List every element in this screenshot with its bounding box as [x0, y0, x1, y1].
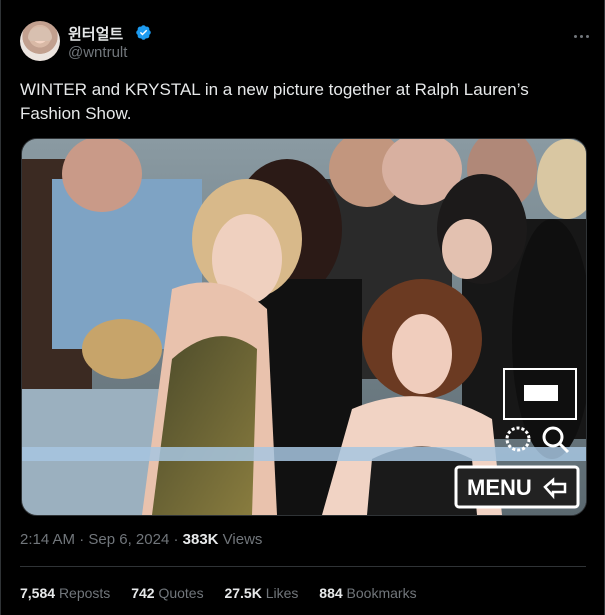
tweet-meta: 2:14 AM · Sep 6, 2024 · 383K Views	[20, 531, 262, 548]
photo-menu-label: MENU	[467, 475, 532, 500]
likes-label: Likes	[265, 585, 299, 601]
quotes-stat[interactable]: 742 Quotes	[131, 585, 203, 601]
photo-illustration: MENU	[22, 139, 586, 515]
likes-count: 27.5K	[224, 585, 262, 601]
engagement-stats: 7,584 Reposts 742 Quotes 27.5K Likes 884…	[20, 585, 434, 601]
bookmarks-stat[interactable]: 884 Bookmarks	[319, 585, 416, 601]
tweet-date[interactable]: Sep 6, 2024	[88, 531, 169, 548]
divider	[20, 566, 586, 567]
reposts-label: Reposts	[58, 585, 111, 601]
bookmarks-label: Bookmarks	[346, 585, 417, 601]
tweet-text: WINTER and KRYSTAL in a new picture toge…	[20, 80, 529, 123]
views-count: 383K	[182, 531, 219, 548]
tweet-header: 윈터얼트 @wntrult	[20, 20, 589, 64]
verified-badge-icon	[136, 25, 151, 40]
meta-separator: ·	[173, 531, 179, 548]
user-handle[interactable]: @wntrult	[68, 44, 127, 61]
quotes-count: 742	[131, 585, 155, 601]
more-options-icon[interactable]	[571, 26, 591, 46]
bookmarks-count: 884	[319, 585, 343, 601]
reposts-stat[interactable]: 7,584 Reposts	[20, 585, 110, 601]
likes-stat[interactable]: 27.5K Likes	[224, 585, 298, 601]
tweet-photo[interactable]: MENU	[21, 138, 587, 516]
display-name[interactable]: 윈터얼트	[68, 23, 123, 44]
left-border	[0, 0, 1, 615]
views-label: Views	[222, 531, 263, 548]
tweet-time[interactable]: 2:14 AM	[20, 531, 75, 548]
quotes-label: Quotes	[158, 585, 204, 601]
avatar[interactable]	[20, 21, 60, 61]
meta-separator: ·	[79, 531, 85, 548]
reposts-count: 7,584	[20, 585, 56, 601]
